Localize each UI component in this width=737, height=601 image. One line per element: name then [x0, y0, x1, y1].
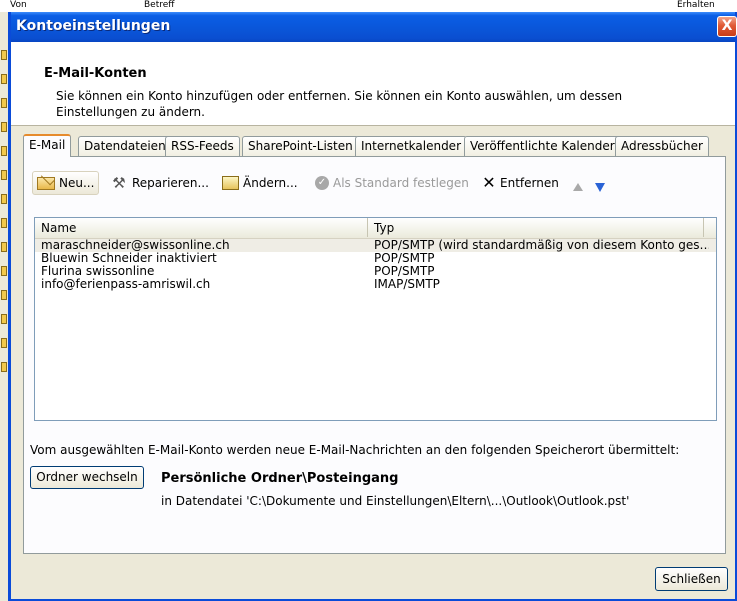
checkmark-icon: ✓: [315, 176, 329, 190]
envelope-icon: [1, 338, 7, 348]
background-column-received: Erhalten: [677, 0, 715, 10]
envelope-icon: [1, 218, 7, 228]
account-row[interactable]: Bluewin Schneider inaktiviert POP/SMTP: [35, 252, 716, 265]
repair-button[interactable]: ⚒ Reparieren...: [110, 171, 209, 195]
envelope-icon: [1, 314, 7, 324]
section-title: E-Mail-Konten: [44, 66, 147, 81]
tab-rss-feeds[interactable]: RSS-Feeds: [165, 136, 240, 156]
background-mail-list-edge: [0, 12, 8, 601]
new-mail-icon: [37, 176, 55, 190]
envelope-icon: [1, 194, 7, 204]
arrow-up-icon: [573, 183, 583, 191]
account-type: POP/SMTP: [374, 252, 435, 265]
dialog-title: Kontoeinstellungen: [16, 18, 171, 34]
tab-published-calendars[interactable]: Veröffentlichte Kalender: [464, 136, 621, 156]
account-type: POP/SMTP (wird standardmäßig von diesem …: [374, 239, 709, 252]
account-name: Bluewin Schneider inaktiviert: [41, 252, 217, 265]
account-name: Flurina swissonline: [41, 265, 155, 278]
repair-label: Reparieren...: [132, 176, 209, 190]
envelope-icon: [1, 122, 7, 132]
envelope-icon: [1, 98, 7, 108]
envelope-icon: [1, 242, 7, 252]
data-file-path: in Datendatei 'C:\Dokumente und Einstell…: [161, 494, 630, 508]
new-account-label: Neu...: [59, 176, 95, 190]
close-window-button[interactable]: X: [717, 16, 737, 37]
envelope-icon: [1, 50, 7, 60]
tab-data-files[interactable]: Datendateien: [78, 136, 172, 156]
envelope-icon: [1, 290, 7, 300]
tools-icon: ⚒: [112, 174, 126, 192]
account-type: IMAP/SMTP: [374, 278, 440, 291]
account-rows: maraschneider@swissonline.ch POP/SMTP (w…: [35, 239, 716, 291]
move-up-button[interactable]: [573, 171, 583, 195]
account-toolbar: Neu... ⚒ Reparieren... Ändern... ✓ Als S…: [32, 171, 717, 195]
background-column-from: Von: [10, 0, 27, 10]
envelope-icon: [1, 146, 7, 156]
remove-button[interactable]: ✕ Entfernen: [482, 171, 559, 195]
column-header-name[interactable]: Name: [35, 218, 368, 237]
set-default-button[interactable]: ✓ Als Standard festlegen: [315, 171, 469, 195]
change-button[interactable]: Ändern...: [222, 171, 298, 195]
account-row[interactable]: Flurina swissonline POP/SMTP: [35, 265, 716, 278]
delivery-folder-name: Persönliche Ordner\Posteingang: [161, 471, 399, 486]
arrow-down-icon: [595, 182, 605, 192]
delivery-location-info: Vom ausgewählten E-Mail-Konto werden neu…: [30, 443, 680, 457]
tab-internet-calendars[interactable]: Internetkalender: [355, 136, 467, 156]
envelope-icon: [1, 362, 7, 372]
delete-x-icon: ✕: [482, 173, 496, 192]
section-description: Sie können ein Konto hinzufügen oder ent…: [56, 89, 623, 119]
set-default-label: Als Standard festlegen: [333, 176, 469, 190]
envelope-icon: [1, 266, 7, 276]
background-column-subject: Betreff: [144, 0, 175, 10]
dialog-titlebar[interactable]: Kontoeinstellungen X: [11, 12, 737, 42]
background-column-header: Von Betreff Erhalten: [0, 0, 737, 12]
remove-label: Entfernen: [500, 176, 559, 190]
close-button[interactable]: Schließen: [655, 567, 728, 591]
change-label: Ändern...: [243, 176, 298, 190]
envelope-icon: [1, 74, 7, 84]
account-row[interactable]: info@ferienpass-amriswil.ch IMAP/SMTP: [35, 278, 716, 291]
edit-icon: [222, 176, 239, 190]
dialog-header: E-Mail-Konten Sie können ein Konto hinzu…: [11, 42, 735, 126]
account-settings-dialog: Kontoeinstellungen X E-Mail-Konten Sie k…: [8, 12, 737, 601]
move-down-button[interactable]: [595, 171, 605, 195]
account-row[interactable]: maraschneider@swissonline.ch POP/SMTP (w…: [35, 239, 716, 252]
account-name: info@ferienpass-amriswil.ch: [41, 278, 211, 291]
envelope-icon: [1, 170, 7, 180]
email-tab-panel: Neu... ⚒ Reparieren... Ändern... ✓ Als S…: [23, 156, 726, 554]
tab-sharepoint-lists[interactable]: SharePoint-Listen: [242, 136, 359, 156]
new-account-button[interactable]: Neu...: [32, 171, 100, 195]
account-list-header: Name Typ: [35, 218, 716, 239]
account-list[interactable]: Name Typ maraschneider@swissonline.ch PO…: [34, 217, 717, 421]
account-type: POP/SMTP: [374, 265, 435, 278]
tab-address-books[interactable]: Adressbücher: [615, 136, 709, 156]
change-folder-button[interactable]: Ordner wechseln: [30, 466, 144, 489]
column-header-type[interactable]: Typ: [368, 218, 704, 237]
tab-email[interactable]: E-Mail: [23, 134, 72, 157]
account-name: maraschneider@swissonline.ch: [41, 239, 230, 252]
